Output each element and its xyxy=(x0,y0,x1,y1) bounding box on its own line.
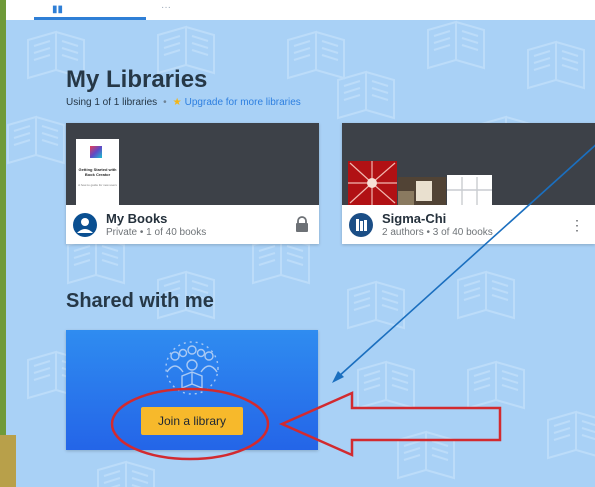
card-footer: Sigma-Chi 2 authors • 3 of 40 books ⋮ xyxy=(342,205,595,244)
more-vert-icon[interactable]: ⋮ xyxy=(570,218,584,232)
book-cover-subtitle: A how-to guide for new users xyxy=(78,183,117,187)
card-cover-area: Getting Started with Book Creator A how-… xyxy=(66,123,319,205)
book-thumbnail[interactable] xyxy=(348,161,397,205)
upgrade-link[interactable]: Upgrade for more libraries xyxy=(185,97,301,108)
my-libraries-heading: My Libraries xyxy=(66,66,208,93)
library-name: Sigma-Chi xyxy=(382,211,447,226)
book-creator-logo xyxy=(90,146,102,158)
star-icon: ★ xyxy=(172,97,182,108)
library-name: My Books xyxy=(106,211,168,226)
book-cover[interactable]: Getting Started with Book Creator A how-… xyxy=(76,139,119,205)
library-card-my-books[interactable]: Getting Started with Book Creator A how-… xyxy=(66,123,319,244)
library-avatar xyxy=(73,213,97,237)
desktop-edge xyxy=(0,435,16,487)
window-grid-image xyxy=(447,177,492,205)
lock-icon xyxy=(296,216,308,232)
library-avatar xyxy=(349,213,373,237)
photo-image xyxy=(398,181,432,205)
books-icon xyxy=(356,219,367,231)
shared-with-me-heading: Shared with me xyxy=(66,290,214,312)
top-tab-bar: ▮▮ ··· xyxy=(6,0,595,20)
library-tab-icon[interactable]: ▮▮ xyxy=(52,4,63,15)
card-footer: My Books Private • 1 of 40 books xyxy=(66,205,319,244)
app-frame: ▮▮ ··· My Libraries Using 1 of 1 librari… xyxy=(6,0,595,487)
separator-dot: • xyxy=(163,97,167,108)
person-icon xyxy=(77,218,93,233)
starburst-image xyxy=(348,161,397,205)
library-meta: Private • 1 of 40 books xyxy=(106,227,207,238)
group-reading-icon xyxy=(165,341,219,395)
tab-secondary[interactable]: ··· xyxy=(161,2,171,13)
book-thumbnail[interactable] xyxy=(398,177,446,205)
join-library-panel: Join a library xyxy=(66,330,318,450)
card-cover-area xyxy=(342,123,595,205)
book-cover-title: Getting Started with Book Creator xyxy=(78,167,117,177)
book-thumbnail[interactable] xyxy=(447,175,492,205)
library-usage: Using 1 of 1 libraries • ★ Upgrade for m… xyxy=(66,97,301,108)
library-card-sigma-chi[interactable]: Sigma-Chi 2 authors • 3 of 40 books ⋮ xyxy=(342,123,595,244)
usage-text: Using 1 of 1 libraries xyxy=(66,97,158,108)
join-library-button[interactable]: Join a library xyxy=(141,407,243,435)
library-meta: 2 authors • 3 of 40 books xyxy=(382,227,493,238)
